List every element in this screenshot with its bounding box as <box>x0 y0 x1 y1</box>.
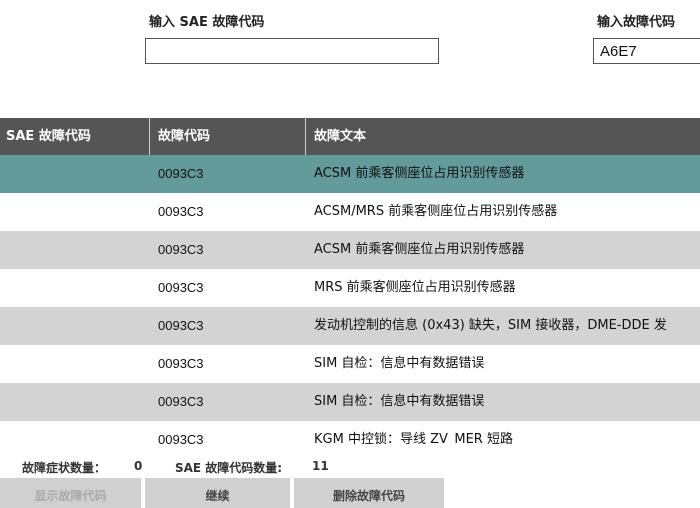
sae-code-input[interactable] <box>145 38 439 64</box>
cell-code: 0093C3 <box>158 204 204 219</box>
cell-text: SIM 自检：信息中有数据错误 <box>314 394 485 409</box>
cell-text: ACSM 前乘客侧座位占用识别传感器 <box>314 166 525 181</box>
fault-code-input[interactable] <box>593 38 700 64</box>
table-row[interactable]: 0093C3 ACSM/MRS 前乘客侧座位占用识别传感器 <box>0 193 700 231</box>
cell-code: 0093C3 <box>158 280 204 295</box>
fault-code-list: 0093C3 ACSM 前乘客侧座位占用识别传感器 0093C3 ACSM/MRS 前… <box>0 155 700 445</box>
table-row[interactable]: 0093C3 ACSM 前乘客侧座位占用识别传感器 <box>0 155 700 193</box>
cell-sae <box>0 345 150 383</box>
table-row[interactable]: 0093C3 KGM 中控锁：导线 ZV_MER 短路 <box>0 421 700 445</box>
show-codes-button[interactable]: 显示故障代码 <box>0 478 141 508</box>
fault-code-label: 输入故障代码 <box>597 15 676 30</box>
cell-code: 0093C3 <box>158 242 204 257</box>
cell-code: 0093C3 <box>158 356 204 371</box>
table-row[interactable]: 0093C3 ACSM 前乘客侧座位占用识别传感器 <box>0 231 700 269</box>
table-header: SAE 故障代码 故障代码 故障文本 <box>0 118 700 155</box>
cell-text: ACSM 前乘客侧座位占用识别传感器 <box>314 242 525 257</box>
cell-code: 0093C3 <box>158 318 204 333</box>
cell-text: 发动机控制的信息 (0x43) 缺失，SIM 接收器，DME-DDE 发 <box>314 318 667 333</box>
cell-sae <box>0 383 150 421</box>
cell-text: MRS 前乘客侧座位占用识别传感器 <box>314 280 516 295</box>
sae-code-label: 输入 SAE 故障代码 <box>149 15 265 30</box>
column-header-text[interactable]: 故障文本 <box>306 118 700 155</box>
delete-codes-button[interactable]: 删除故障代码 <box>294 478 444 508</box>
cell-text: SIM 自检：信息中有数据错误 <box>314 356 485 371</box>
cell-code: 0093C3 <box>158 394 204 409</box>
table-row[interactable]: 0093C3 SIM 自检：信息中有数据错误 <box>0 345 700 383</box>
cell-sae <box>0 307 150 345</box>
cell-sae <box>0 231 150 269</box>
cell-sae <box>0 193 150 231</box>
continue-button[interactable]: 继续 <box>145 478 290 508</box>
sae-count-label: SAE 故障代码数量: <box>175 461 283 475</box>
column-header-code[interactable]: 故障代码 <box>150 118 306 155</box>
table-row[interactable]: 0093C3 SIM 自检：信息中有数据错误 <box>0 383 700 421</box>
table-row[interactable]: 0093C3 发动机控制的信息 (0x43) 缺失，SIM 接收器，DME-DDE… <box>0 307 700 345</box>
symptom-count-value: 0 <box>134 459 143 473</box>
cell-text: ACSM/MRS 前乘客侧座位占用识别传感器 <box>314 204 558 219</box>
symptom-count-label: 故障症状数量： <box>22 461 107 475</box>
cell-sae <box>0 421 150 445</box>
cell-sae <box>0 269 150 307</box>
cell-sae <box>0 155 150 193</box>
sae-count-value: 11 <box>312 459 329 473</box>
table-row[interactable]: 0093C3 MRS 前乘客侧座位占用识别传感器 <box>0 269 700 307</box>
cell-code: 0093C3 <box>158 432 204 445</box>
cell-text: KGM 中控锁：导线 ZV_MER 短路 <box>314 432 513 445</box>
column-header-sae[interactable]: SAE 故障代码 <box>0 118 150 155</box>
cell-code: 0093C3 <box>158 166 204 181</box>
